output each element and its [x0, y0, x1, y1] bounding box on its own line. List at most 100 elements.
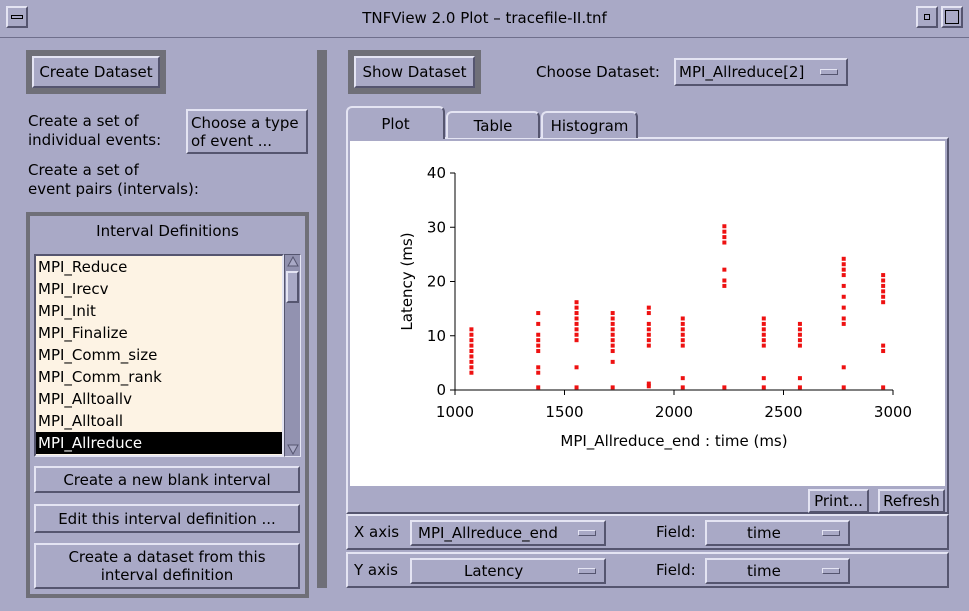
- y-axis-menu[interactable]: Latency: [410, 558, 606, 584]
- data-point: [469, 343, 474, 348]
- minimize-button[interactable]: [916, 6, 938, 28]
- maximize-button[interactable]: [941, 6, 963, 28]
- plot-area[interactable]: 1000 1500 2000 2500 3000 0 10 20 30 40 MPI_Allredu…: [350, 141, 945, 486]
- data-point: [469, 338, 474, 343]
- data-point: [881, 278, 886, 283]
- data-point: [797, 327, 802, 332]
- x-axis-menu[interactable]: MPI_Allreduce_end: [410, 520, 606, 546]
- data-point: [574, 305, 579, 310]
- data-point: [536, 385, 541, 390]
- data-point: [881, 294, 886, 299]
- data-point: [610, 316, 615, 321]
- title-bar[interactable]: TNFView 2.0 Plot – tracefile-II.tnf: [0, 0, 969, 38]
- data-point: [610, 359, 615, 364]
- data-point: [574, 316, 579, 321]
- interval-list-item[interactable]: MPI_Init: [36, 300, 282, 322]
- data-point: [761, 343, 766, 348]
- data-point: [536, 332, 541, 337]
- data-point: [469, 332, 474, 337]
- edit-interval-button[interactable]: Edit this interval definition ...: [34, 504, 300, 533]
- create-dataset-button[interactable]: Create Dataset: [32, 56, 160, 88]
- refresh-button[interactable]: Refresh: [878, 489, 945, 513]
- x-axis-title: MPI_Allreduce_end : time (ms): [560, 432, 787, 451]
- interval-list-item[interactable]: MPI_Comm_rank: [36, 366, 282, 388]
- data-point: [722, 267, 727, 272]
- data-point: [574, 365, 579, 370]
- y-tick-label: 0: [436, 381, 446, 399]
- event-pairs-label-2: event pairs (intervals):: [28, 180, 199, 198]
- option-menu-icon: [822, 568, 840, 574]
- interval-list-item[interactable]: MPI_Irecv: [36, 278, 282, 300]
- create-dataset-from-interval-button[interactable]: Create a dataset from this interval defi…: [34, 543, 300, 589]
- create-dataset-frame: Create Dataset: [26, 50, 166, 94]
- data-point: [722, 224, 727, 229]
- data-point: [841, 321, 846, 326]
- data-point: [646, 321, 651, 326]
- tab-plot[interactable]: Plot: [346, 106, 445, 139]
- data-point: [574, 327, 579, 332]
- data-point: [797, 343, 802, 348]
- interval-list[interactable]: MPI_Reduce MPI_Irecv MPI_Init MPI_Finalize M…: [34, 254, 284, 457]
- data-point: [680, 332, 685, 337]
- scroll-up-icon[interactable]: [287, 256, 299, 268]
- option-menu-icon: [820, 69, 838, 75]
- data-point: [536, 349, 541, 354]
- data-point: [881, 385, 886, 390]
- print-button[interactable]: Print...: [808, 489, 869, 513]
- data-point: [536, 338, 541, 343]
- y-axis-row: Y axis Latency Field: time: [346, 552, 949, 588]
- option-menu-icon: [578, 530, 596, 536]
- scroll-down-icon[interactable]: [287, 443, 299, 455]
- interval-list-item[interactable]: MPI_Allreduce: [36, 432, 282, 454]
- data-point: [841, 365, 846, 370]
- x-axis-label: X axis: [354, 523, 400, 541]
- data-point: [881, 283, 886, 288]
- interval-list-item[interactable]: MPI_Comm_size: [36, 344, 282, 366]
- option-menu-icon: [822, 530, 840, 536]
- data-point: [536, 370, 541, 375]
- pane-separator[interactable]: [317, 50, 327, 588]
- x-field-value: time: [747, 524, 781, 542]
- create-from-line1: Create a dataset from this: [68, 548, 266, 566]
- interval-list-item[interactable]: MPI_Alltoallv: [36, 388, 282, 410]
- y-field-menu[interactable]: time: [705, 558, 850, 584]
- interval-list-scrollbar[interactable]: [284, 254, 301, 457]
- data-point: [797, 376, 802, 381]
- data-point: [722, 235, 727, 240]
- maximize-icon: [945, 10, 959, 24]
- choose-dataset-menu[interactable]: MPI_Allreduce[2]: [674, 58, 848, 86]
- data-point: [646, 381, 651, 386]
- tab-histogram[interactable]: Histogram: [541, 111, 638, 138]
- data-point: [646, 338, 651, 343]
- data-point: [680, 316, 685, 321]
- data-point: [797, 338, 802, 343]
- x-tick-label: 1000: [436, 403, 474, 421]
- interval-list-item[interactable]: MPI_Finalize: [36, 322, 282, 344]
- chosen-dataset-value: MPI_Allreduce[2]: [679, 63, 805, 81]
- y-tick-label: 40: [427, 164, 446, 182]
- tab-table[interactable]: Table: [446, 111, 540, 138]
- create-blank-interval-button[interactable]: Create a new blank interval: [34, 466, 300, 493]
- data-point: [881, 300, 886, 305]
- x-field-label: Field:: [656, 523, 696, 541]
- data-point: [722, 283, 727, 288]
- data-point: [841, 262, 846, 267]
- data-point: [881, 349, 886, 354]
- interval-list-item[interactable]: MPI_Alltoall: [36, 410, 282, 432]
- individual-events-label-2: individual events:: [28, 131, 162, 149]
- x-field-menu[interactable]: time: [705, 520, 850, 546]
- data-point: [610, 385, 615, 390]
- data-point: [841, 273, 846, 278]
- y-axis-label: Y axis: [354, 561, 398, 579]
- x-tick-label: 1500: [545, 403, 583, 421]
- data-point: [536, 311, 541, 316]
- data-point: [536, 321, 541, 326]
- scrollbar-thumb[interactable]: [286, 271, 299, 303]
- data-point: [646, 311, 651, 316]
- show-dataset-button[interactable]: Show Dataset: [354, 56, 475, 88]
- choose-event-type-button[interactable]: Choose a type of event ...: [186, 109, 308, 154]
- data-point: [841, 294, 846, 299]
- data-point: [610, 338, 615, 343]
- data-point: [881, 343, 886, 348]
- interval-list-item[interactable]: MPI_Reduce: [36, 256, 282, 278]
